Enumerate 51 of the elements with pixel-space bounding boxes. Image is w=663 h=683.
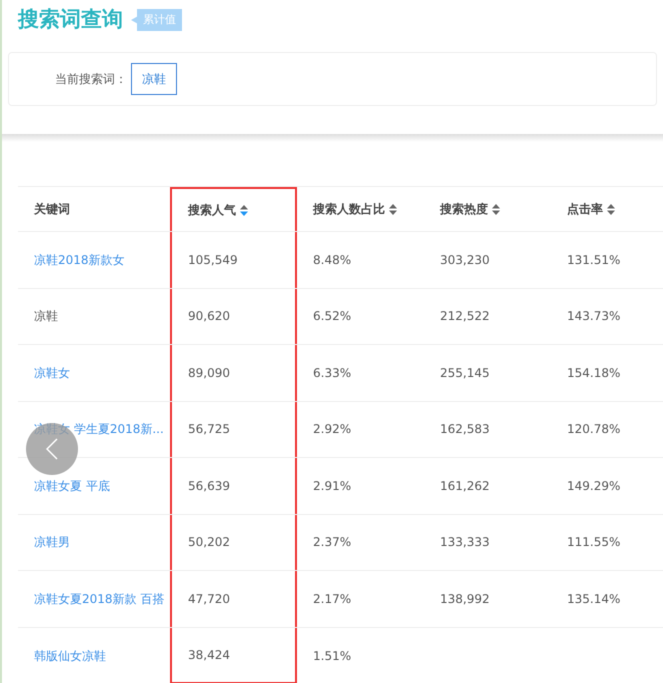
table-cell-text: 138,992 [440,590,490,608]
keyword-link[interactable]: 韩版仙女凉鞋 [34,646,106,665]
column-header[interactable]: 点击率 [567,200,603,218]
column-header[interactable]: 关键词 [34,200,70,218]
table-cell-text: 135.14% [567,590,620,608]
table-cell-text: 162,583 [440,421,490,438]
keyword-link[interactable]: 凉鞋2018新款女 [34,250,125,269]
sort-icon[interactable] [607,204,615,214]
keyword-link[interactable]: 凉鞋女 [34,364,70,382]
table-cell-text: 133,333 [440,534,490,552]
sort-icon[interactable] [492,204,500,214]
table-cell-text: 50,202 [188,534,230,552]
table-cell-text: 105,549 [188,252,238,269]
sort-icon[interactable] [240,204,248,216]
search-label: 当前搜索词： [55,71,127,88]
table-cell-text: 255,145 [440,364,490,382]
table-cell-text: 6.33% [313,364,352,382]
keyword-link[interactable]: 凉鞋男 [34,533,70,552]
table-cell-text: 120.78% [567,421,620,438]
table-cell-text: 56,725 [188,421,230,438]
chevron-left-icon [46,438,58,460]
table-cell-text: 143.73% [567,308,620,326]
column-header[interactable]: 搜索热度 [440,200,488,218]
table-cell-text: 212,522 [440,308,490,326]
table-cell-text: 6.52% [313,308,352,326]
table-cell-text: 90,620 [188,308,230,326]
table-cell-text: 303,230 [440,252,490,269]
table-cell-text: 161,262 [440,478,490,495]
table-cell-text: 56,639 [188,478,230,495]
column-header[interactable]: 搜索人数占比 [313,200,385,218]
table-cell-text: 2.37% [313,534,352,552]
table-cell-text: 38,424 [188,646,230,664]
column-header[interactable]: 搜索人气 [188,201,236,219]
table-cell-text: 2.91% [313,478,352,495]
table-cell-text: 2.17% [313,590,352,608]
table-cell-text: 154.18% [567,364,620,382]
table-cell-text: 1.51% [313,648,352,665]
table-cell-text: 2.92% [313,421,352,438]
keyword-text: 凉鞋 [34,308,58,326]
table-cell-text: 8.48% [313,252,352,269]
keyword-link[interactable]: 凉鞋女夏2018新款 百搭 [34,590,164,608]
table-cell-text: 131.51% [567,252,620,269]
badge: 累计值 [131,8,182,32]
table-cell-text: 47,720 [188,590,230,608]
table-cell-text: 89,090 [188,364,230,382]
page-title: 搜索词查询 [18,6,123,34]
search-term-tag: 凉鞋 [131,63,177,95]
table-cell-text: 149.29% [567,478,620,495]
table-cell-text: 111.55% [567,534,620,552]
keyword-link[interactable]: 凉鞋女夏 平底 [34,476,110,495]
sort-icon[interactable] [389,204,397,214]
